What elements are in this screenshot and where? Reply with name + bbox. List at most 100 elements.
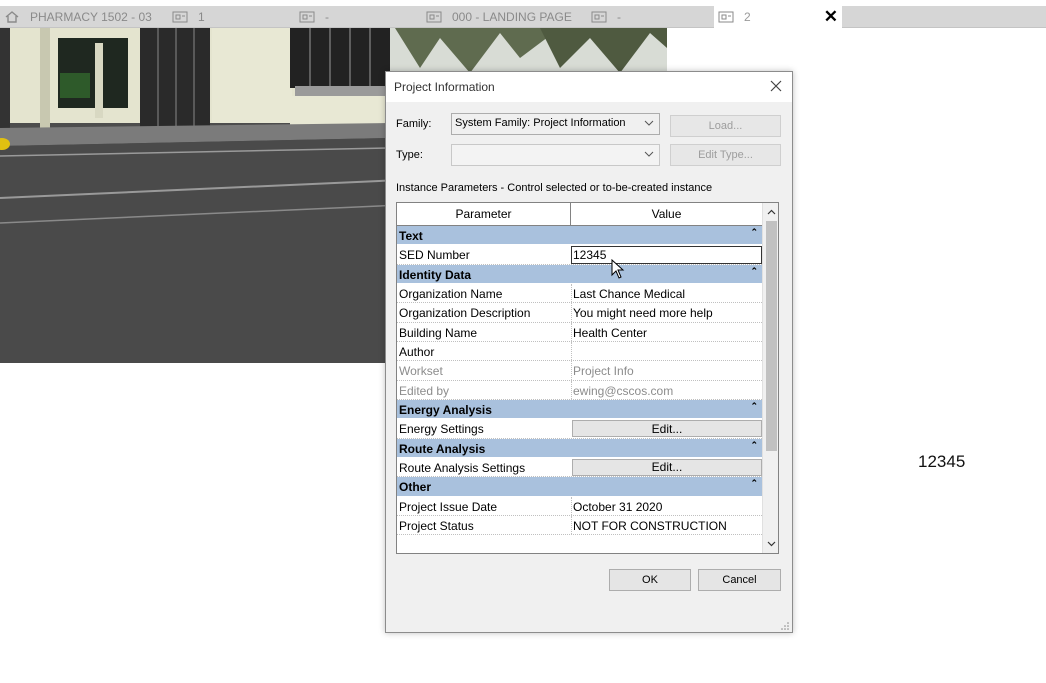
family-label: Family: [396, 118, 432, 130]
tab-landing-page[interactable]: 000 - LANDING PAGE [422, 6, 572, 28]
group-label: Route Analysis [399, 441, 486, 456]
row-building-name[interactable]: Building Name Health Center [397, 322, 762, 342]
param-name: Organization Name [399, 287, 503, 302]
row-route-analysis-settings[interactable]: Route Analysis Settings Edit... [397, 458, 762, 478]
chevron-down-icon [644, 149, 654, 159]
scrollbar-thumb[interactable] [766, 221, 777, 451]
group-identity-data[interactable]: Identity Data ⌃ [397, 264, 762, 285]
column-header-parameter[interactable]: Parameter [397, 203, 571, 225]
row-energy-settings[interactable]: Energy Settings Edit... [397, 419, 762, 439]
tab-1[interactable]: 1 [168, 6, 205, 28]
param-value[interactable]: Health Center [573, 326, 647, 340]
tab-label: - [617, 10, 621, 24]
param-name: Energy Settings [399, 422, 484, 437]
row-organization-description[interactable]: Organization Description You might need … [397, 303, 762, 323]
param-value[interactable]: October 31 2020 [573, 500, 662, 514]
ok-button[interactable]: OK [609, 569, 691, 591]
row-sed-number[interactable]: SED Number 12345 [397, 245, 762, 265]
tab-dash-1[interactable]: - [295, 6, 329, 28]
sheet-icon [426, 11, 442, 23]
param-value[interactable]: Last Chance Medical [573, 287, 685, 301]
scroll-down-icon[interactable] [766, 538, 777, 549]
sed-number-input[interactable]: 12345 [571, 246, 762, 265]
tab-pharmacy[interactable]: PHARMACY 1502 - 03 [0, 6, 152, 28]
param-name: Edited by [399, 383, 450, 398]
route-settings-edit-button[interactable]: Edit... [572, 458, 762, 476]
grid-vertical-scrollbar[interactable] [762, 203, 778, 553]
close-tab-icon[interactable]: ✕ [824, 7, 838, 27]
cell-divider [571, 496, 572, 515]
group-energy-analysis[interactable]: Energy Analysis ⌃ [397, 399, 762, 420]
tab-dash-2[interactable]: - [587, 6, 621, 28]
sheet-icon [718, 11, 734, 23]
tab-label: 000 - LANDING PAGE [452, 10, 572, 24]
tab-label: - [325, 10, 329, 24]
edit-type-button[interactable]: Edit Type... [670, 144, 781, 166]
group-label: Text [399, 229, 423, 243]
param-value: ewing@cscos.com [573, 383, 674, 398]
project-information-dialog: Project Information Family: System Famil… [385, 71, 793, 633]
group-label: Other [399, 480, 432, 495]
param-name: Project Status [399, 518, 474, 533]
scroll-up-icon[interactable] [766, 207, 777, 218]
cell-divider [571, 515, 572, 535]
home-icon [4, 11, 20, 23]
group-other[interactable]: Other ⌃ [397, 477, 762, 497]
family-value: System Family: Project Information [455, 117, 626, 129]
cell-divider [571, 303, 572, 322]
column-header-value[interactable]: Value [571, 203, 762, 225]
tab-label: PHARMACY 1502 - 03 [30, 10, 152, 24]
sheet-icon [299, 11, 315, 23]
row-workset[interactable]: Workset Project Info [397, 361, 762, 381]
energy-settings-edit-button[interactable]: Edit... [572, 420, 762, 438]
param-name: Organization Description [399, 306, 531, 321]
row-edited-by[interactable]: Edited by ewing@cscos.com [397, 380, 762, 400]
load-button[interactable]: Load... [670, 115, 781, 137]
param-value[interactable]: NOT FOR CONSTRUCTION [573, 519, 727, 533]
cell-divider [571, 322, 572, 341]
sheet-icon [172, 11, 188, 23]
collapse-icon[interactable]: ⌃ [750, 266, 758, 277]
canvas-sed-number-text: 12345 [918, 452, 966, 471]
tab-label: 2 [744, 10, 751, 24]
param-name: Project Issue Date [399, 499, 498, 514]
collapse-icon[interactable]: ⌃ [750, 227, 758, 238]
tab-2[interactable]: 2 ✕ [714, 6, 842, 28]
grid-rows: Text ⌃ SED Number 12345 Identity Data ⌃ … [397, 226, 762, 536]
param-name: Workset [399, 364, 443, 379]
chevron-down-icon [644, 118, 654, 128]
cell-divider [571, 284, 572, 303]
cell-divider [571, 361, 572, 380]
dialog-title: Project Information [394, 80, 495, 94]
cancel-button[interactable]: Cancel [698, 569, 781, 591]
collapse-icon[interactable]: ⌃ [750, 401, 758, 412]
cell-divider [571, 380, 572, 399]
collapse-icon[interactable]: ⌃ [750, 440, 758, 451]
param-value[interactable]: You might need more help [573, 306, 713, 320]
sheet-icon [591, 11, 607, 23]
group-text[interactable]: Text ⌃ [397, 226, 762, 246]
row-project-issue-date[interactable]: Project Issue Date October 31 2020 [397, 496, 762, 516]
group-label: Energy Analysis [399, 402, 492, 417]
param-name: Route Analysis Settings [399, 460, 526, 475]
cell-divider [571, 341, 572, 361]
view-tab-bar: PHARMACY 1502 - 03 1 - 000 - LANDING PAG… [0, 6, 1046, 28]
group-label: Identity Data [399, 267, 472, 282]
close-icon[interactable] [768, 78, 784, 94]
param-name: Author [399, 344, 435, 359]
group-route-analysis[interactable]: Route Analysis ⌃ [397, 438, 762, 458]
type-dropdown[interactable] [451, 144, 660, 166]
row-project-status[interactable]: Project Status NOT FOR CONSTRUCTION [397, 515, 762, 536]
row-organization-name[interactable]: Organization Name Last Chance Medical [397, 284, 762, 304]
family-dropdown[interactable]: System Family: Project Information [451, 113, 660, 135]
row-author[interactable]: Author [397, 341, 762, 362]
param-value: Project Info [573, 364, 634, 379]
tab-label: 1 [198, 10, 205, 24]
param-name: SED Number [399, 248, 470, 263]
mouse-pointer-icon [611, 258, 625, 281]
resize-grip-icon[interactable] [780, 620, 790, 630]
collapse-icon[interactable]: ⌃ [750, 478, 758, 489]
type-label: Type: [396, 149, 423, 161]
parameters-grid: Parameter Value Text ⌃ SED Number 12345 … [396, 202, 779, 554]
dialog-titlebar[interactable]: Project Information [386, 72, 792, 102]
